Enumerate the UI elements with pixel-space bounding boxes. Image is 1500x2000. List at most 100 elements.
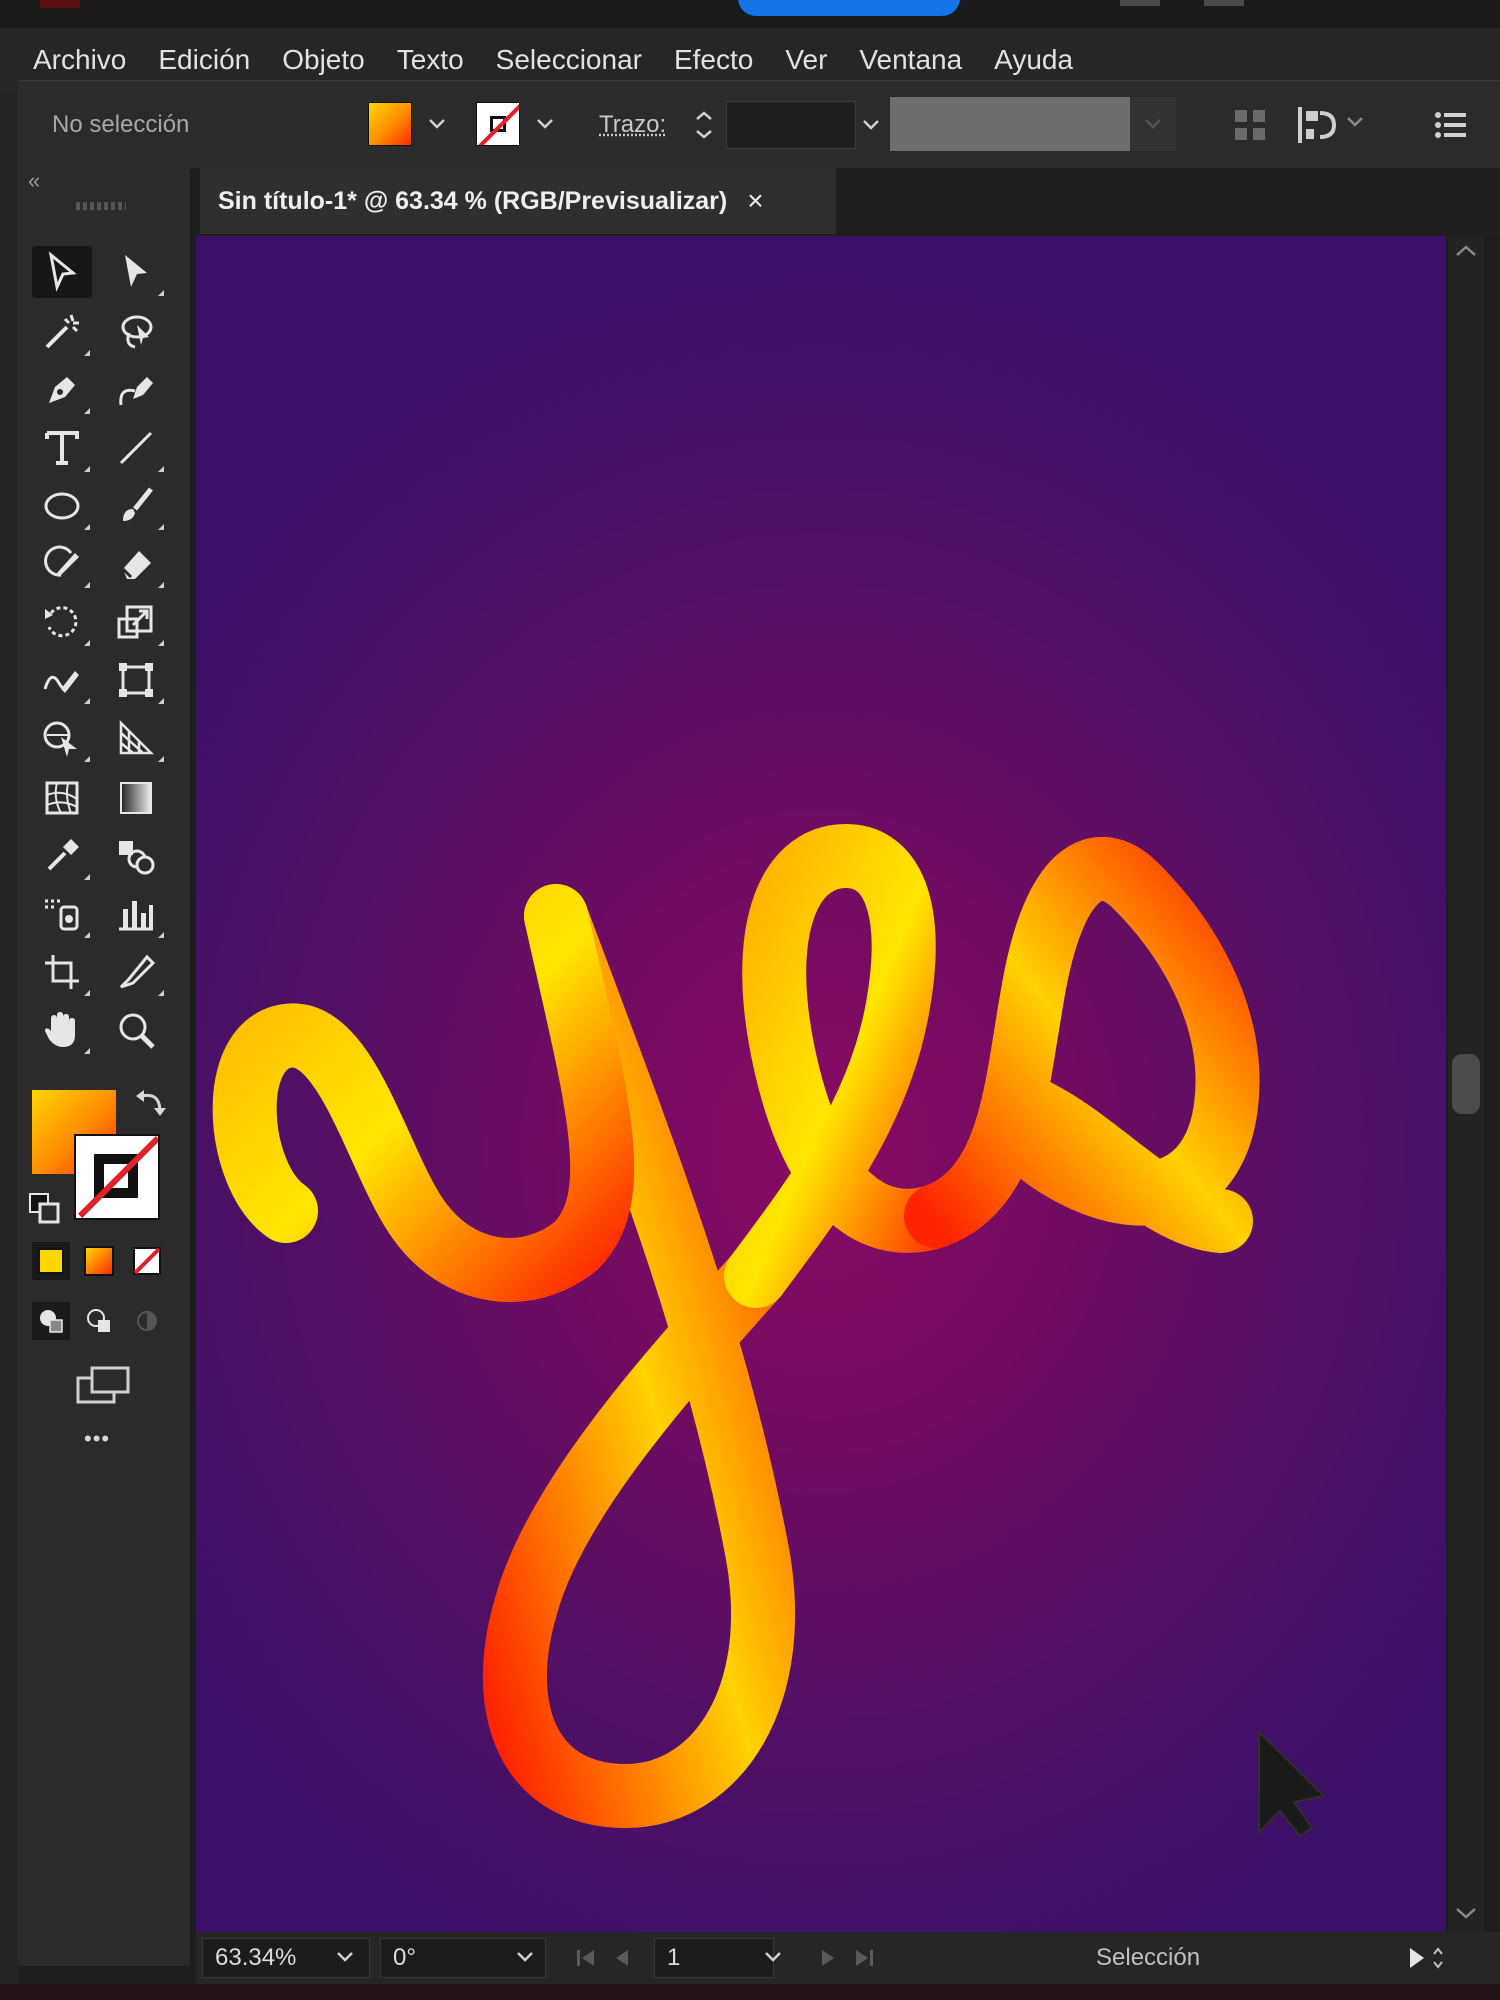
close-icon[interactable]: × <box>747 185 763 217</box>
tools-panel: « ••• <box>18 168 191 1496</box>
stroke-s-loop <box>904 836 1260 1253</box>
gradient-mode-button[interactable] <box>80 1242 118 1280</box>
panel-menu-icon[interactable] <box>1432 107 1472 143</box>
warp-tool-icon[interactable] <box>32 654 92 706</box>
stroke-weight-stepper[interactable] <box>686 99 722 151</box>
lasso-tool-icon[interactable] <box>106 306 166 358</box>
control-bar: No selección Trazo: <box>18 80 1500 169</box>
stroke-label: Trazo: <box>599 111 667 138</box>
slice-tool-icon[interactable] <box>106 946 166 998</box>
zoom-dropdown[interactable] <box>336 1950 354 1968</box>
stroke-weight-input[interactable] <box>726 101 856 149</box>
eraser-tool-icon[interactable] <box>106 538 166 590</box>
paintbrush-tool-icon[interactable] <box>106 480 166 532</box>
fill-dropdown[interactable] <box>420 102 454 146</box>
artboard-dropdown[interactable] <box>764 1950 782 1968</box>
free-transform-tool-icon[interactable] <box>106 654 166 706</box>
blend-tool-icon[interactable] <box>106 830 166 882</box>
first-artboard-icon[interactable] <box>574 1946 598 1975</box>
grid-icon[interactable] <box>1232 107 1268 143</box>
scale-tool-icon[interactable] <box>106 596 166 648</box>
fill-swatch[interactable] <box>368 102 412 146</box>
draw-normal-icon[interactable] <box>32 1302 70 1340</box>
profile-dropdown[interactable] <box>1130 97 1176 151</box>
direct-selection-tool-icon[interactable] <box>106 246 166 298</box>
previous-artboard-icon[interactable] <box>610 1946 634 1975</box>
screen-mode-icon[interactable] <box>74 1364 134 1408</box>
chevron-down-icon <box>429 119 445 129</box>
zoom-value: 63.34% <box>215 1944 297 1971</box>
chevron-up-icon <box>696 111 712 120</box>
chevron-down-icon <box>337 1952 353 1962</box>
chevron-down-icon <box>517 1952 533 1962</box>
current-tool-status: Selección <box>1096 1944 1201 1971</box>
rotation-dropdown[interactable] <box>516 1950 534 1968</box>
scrollbar-thumb[interactable] <box>1452 1054 1480 1114</box>
stroke-y-descender <box>482 884 796 1829</box>
gradient-tool-icon[interactable] <box>106 772 166 824</box>
selection-tool-icon[interactable] <box>32 246 92 298</box>
none-mode-button[interactable] <box>128 1242 166 1280</box>
stroke-weight-dropdown[interactable] <box>854 103 888 147</box>
app-icon <box>40 0 80 8</box>
eyedropper-tool-icon[interactable] <box>32 830 92 882</box>
artboard-canvas[interactable] <box>196 236 1446 1932</box>
next-artboard-icon[interactable] <box>816 1946 840 1975</box>
perspective-grid-tool-icon[interactable] <box>106 712 166 764</box>
align-dropdown[interactable] <box>1346 115 1364 133</box>
magic-wand-tool-icon[interactable] <box>32 306 92 358</box>
scroll-up-icon[interactable] <box>1454 244 1478 263</box>
edit-toolbar-icon[interactable]: ••• <box>84 1426 110 1452</box>
artwork-script-yes[interactable] <box>196 236 1446 1932</box>
selection-status: No selección <box>52 111 190 138</box>
swap-colors-icon[interactable] <box>134 1086 168 1120</box>
stroke-u-wave <box>212 884 635 1302</box>
share-button[interactable] <box>738 0 960 16</box>
workspace-icon[interactable] <box>1204 0 1244 6</box>
hand-tool-icon[interactable] <box>32 1004 92 1056</box>
status-menu-icon[interactable] <box>1406 1944 1446 1977</box>
last-artboard-icon[interactable] <box>852 1946 876 1975</box>
stroke-color-swatch[interactable] <box>74 1134 160 1220</box>
chevron-down-icon <box>1347 117 1363 127</box>
artboard-number-field[interactable]: 1 <box>654 1938 774 1978</box>
shaper-tool-icon[interactable] <box>32 538 92 590</box>
draw-behind-icon[interactable] <box>80 1302 118 1340</box>
zoom-tool-icon[interactable] <box>106 1004 166 1056</box>
symbol-sprayer-tool-icon[interactable] <box>32 888 92 940</box>
arrange-icon[interactable] <box>1120 0 1160 6</box>
taskbar-edge <box>0 1984 1500 2000</box>
stroke-swatch[interactable] <box>476 102 520 146</box>
none-icon <box>133 1247 161 1275</box>
shape-builder-tool-icon[interactable] <box>32 712 92 764</box>
rotation-value: 0° <box>393 1944 416 1971</box>
pen-tool-icon[interactable] <box>32 364 92 416</box>
ellipse-tool-icon[interactable] <box>32 480 92 532</box>
chevron-down-icon <box>1145 119 1161 129</box>
draw-inside-icon[interactable] <box>128 1302 166 1340</box>
chevron-down-icon <box>537 119 553 129</box>
rotate-tool-icon[interactable] <box>32 596 92 648</box>
default-colors-icon[interactable] <box>28 1192 60 1224</box>
drag-grip-icon[interactable] <box>76 202 126 210</box>
mesh-tool-icon[interactable] <box>32 772 92 824</box>
window-edge <box>0 0 18 2000</box>
curvature-tool-icon[interactable] <box>106 364 166 416</box>
variable-width-profile[interactable] <box>890 97 1130 151</box>
tools-panel-footer <box>18 1496 190 1966</box>
title-strip <box>0 0 1500 28</box>
stroke-dropdown[interactable] <box>528 102 562 146</box>
document-tab[interactable]: Sin título-1* @ 63.34 % (RGB/Previsualiz… <box>200 168 836 234</box>
gradient-icon <box>84 1246 114 1276</box>
type-tool-icon[interactable] <box>32 422 92 474</box>
status-bar: 63.34% 0° 1 Selección <box>196 1932 1500 1984</box>
collapse-panel-icon[interactable]: « <box>28 168 40 194</box>
color-mode-button[interactable] <box>32 1242 70 1280</box>
column-graph-tool-icon[interactable] <box>106 888 166 940</box>
artboard-number: 1 <box>667 1944 681 1971</box>
scroll-down-icon[interactable] <box>1454 1906 1478 1925</box>
color-icon <box>38 1248 64 1274</box>
align-icon[interactable] <box>1294 103 1342 147</box>
line-segment-tool-icon[interactable] <box>106 422 166 474</box>
artboard-tool-icon[interactable] <box>32 946 92 998</box>
